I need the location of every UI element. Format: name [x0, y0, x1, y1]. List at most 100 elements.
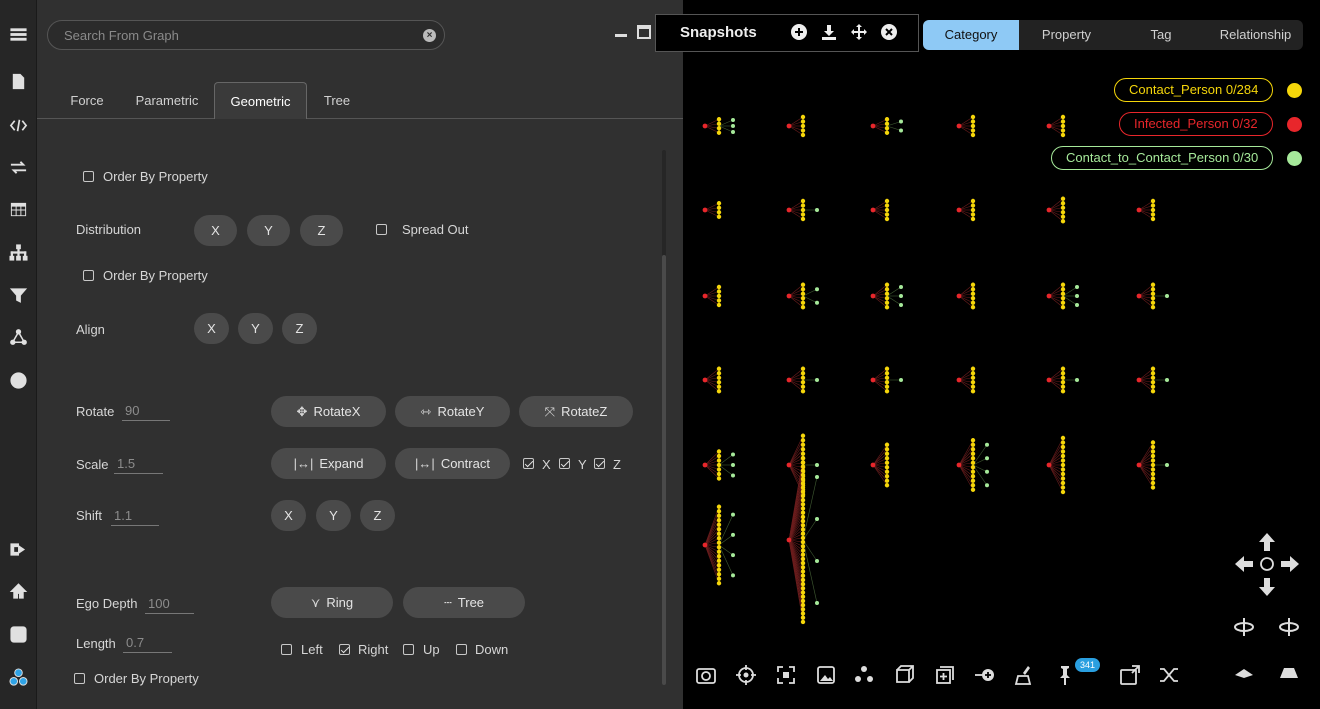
- contact-person-node: [884, 287, 890, 292]
- clear-search-icon[interactable]: ×: [423, 29, 436, 42]
- move-icon[interactable]: [850, 23, 868, 41]
- file-icon[interactable]: [8, 71, 29, 92]
- tab-parametric[interactable]: Parametric: [127, 82, 207, 119]
- fit-screen-icon[interactable]: [775, 664, 797, 686]
- contact-person-node: [884, 389, 890, 394]
- close-snapshots-icon[interactable]: [880, 23, 898, 41]
- contact-person-node: [1060, 366, 1066, 371]
- download-icon[interactable]: [820, 23, 838, 41]
- right-checkbox[interactable]: [339, 644, 350, 655]
- tab-category[interactable]: Category: [923, 20, 1019, 50]
- left-checkbox[interactable]: [281, 644, 292, 655]
- tab-tag[interactable]: Tag: [1114, 20, 1208, 50]
- rotate-right-icon[interactable]: [1278, 616, 1300, 638]
- order-by-property-checkbox[interactable]: [83, 171, 94, 182]
- scale-input[interactable]: 1.5: [114, 456, 163, 474]
- add-node-icon[interactable]: [974, 664, 996, 686]
- contact-person-node: [970, 198, 976, 204]
- order-by-property-checkbox[interactable]: [83, 270, 94, 281]
- contact-person-node: [800, 581, 806, 587]
- rotate-y-button[interactable]: ⇿ RotateY: [395, 396, 510, 427]
- shuffle-icon[interactable]: [1158, 664, 1180, 686]
- expand-button[interactable]: |↔| Expand: [271, 448, 386, 479]
- pan-up-icon[interactable]: [1256, 531, 1278, 553]
- scale-y-checkbox[interactable]: [559, 458, 570, 469]
- image-icon[interactable]: [815, 664, 837, 686]
- reset-view-icon[interactable]: [1256, 553, 1278, 575]
- network-icon[interactable]: [8, 327, 29, 348]
- minimize-icon[interactable]: [613, 24, 629, 40]
- swap-icon[interactable]: [8, 157, 29, 178]
- length-input[interactable]: 0.7: [123, 635, 172, 653]
- maximize-icon[interactable]: [636, 24, 652, 40]
- pin-icon[interactable]: [1054, 664, 1076, 686]
- cluster-logo-icon[interactable]: [8, 667, 29, 688]
- pan-down-icon[interactable]: [1256, 576, 1278, 598]
- tree-button[interactable]: ┄ Tree: [403, 587, 525, 618]
- search-input[interactable]: Search From Graph ×: [47, 20, 445, 50]
- rotate-x-button[interactable]: ✥ RotateX: [271, 396, 386, 427]
- menu-icon[interactable]: [8, 24, 29, 45]
- up-checkbox[interactable]: [403, 644, 414, 655]
- command-icon[interactable]: [8, 624, 29, 645]
- shift-z-button[interactable]: Z: [360, 500, 395, 531]
- contact-person-node: [1150, 444, 1156, 450]
- scale-x-checkbox[interactable]: [523, 458, 534, 469]
- filter-icon[interactable]: [8, 285, 29, 306]
- align-y-button[interactable]: Y: [238, 313, 273, 344]
- distribution-x-button[interactable]: X: [194, 215, 237, 246]
- tab-relationship[interactable]: Relationship: [1208, 20, 1303, 50]
- hierarchy-icon[interactable]: [8, 242, 29, 263]
- tab-property[interactable]: Property: [1019, 20, 1114, 50]
- graph-edge: [958, 464, 974, 486]
- contact-person-node: [884, 460, 890, 465]
- ego-depth-input[interactable]: 100: [145, 596, 194, 614]
- shift-input[interactable]: 1.1: [111, 508, 159, 526]
- contact-person-node: [1060, 282, 1066, 287]
- target-icon[interactable]: [735, 664, 757, 686]
- down-checkbox[interactable]: [456, 644, 467, 655]
- pan-left-icon[interactable]: [1233, 553, 1255, 575]
- order-by-property-checkbox[interactable]: [74, 673, 85, 684]
- contact-person-node: [800, 502, 806, 507]
- contact-person-node: [970, 282, 976, 287]
- rotate-input[interactable]: 90: [122, 403, 170, 421]
- add-layer-icon[interactable]: [934, 664, 956, 686]
- contact-person-node: [716, 201, 722, 206]
- contract-button[interactable]: |↔| Contract: [395, 448, 510, 479]
- spread-out-checkbox[interactable]: [376, 224, 387, 235]
- shift-x-button[interactable]: X: [271, 500, 306, 531]
- contact-person-node: [800, 615, 806, 620]
- tilt-down-icon[interactable]: [1233, 662, 1255, 684]
- cluster-icon[interactable]: [853, 664, 875, 686]
- table-icon[interactable]: [8, 199, 29, 220]
- tab-tree[interactable]: Tree: [313, 82, 361, 119]
- scale-z-checkbox[interactable]: [594, 458, 605, 469]
- rotate-left-icon[interactable]: [1233, 616, 1255, 638]
- scrollbar-thumb[interactable]: [662, 255, 666, 685]
- contact-person-node: [800, 611, 806, 616]
- contact-person-node: [1060, 476, 1066, 481]
- tab-geometric[interactable]: Geometric: [214, 82, 307, 119]
- pan-right-icon[interactable]: [1279, 553, 1301, 575]
- export-window-icon[interactable]: [1119, 664, 1141, 686]
- brush-icon[interactable]: [1014, 664, 1036, 686]
- contact-person-node: [884, 456, 890, 461]
- sign-out-icon[interactable]: [8, 539, 29, 560]
- align-z-button[interactable]: Z: [282, 313, 317, 344]
- cube-icon[interactable]: [893, 664, 915, 686]
- graph-canvas[interactable]: [683, 60, 1320, 660]
- rotate-z-button[interactable]: ⤧ RotateZ: [519, 396, 633, 427]
- camera-icon[interactable]: [695, 664, 717, 686]
- code-icon[interactable]: [8, 115, 29, 136]
- tab-force[interactable]: Force: [57, 82, 117, 119]
- distribution-z-button[interactable]: Z: [300, 215, 343, 246]
- globe-icon[interactable]: [8, 370, 29, 391]
- align-x-button[interactable]: X: [194, 313, 229, 344]
- tilt-up-icon[interactable]: [1278, 662, 1300, 684]
- distribution-y-button[interactable]: Y: [247, 215, 290, 246]
- shift-y-button[interactable]: Y: [316, 500, 351, 531]
- add-snapshot-icon[interactable]: [790, 23, 808, 41]
- home-icon[interactable]: [8, 581, 29, 602]
- ring-button[interactable]: ⋎ Ring: [271, 587, 393, 618]
